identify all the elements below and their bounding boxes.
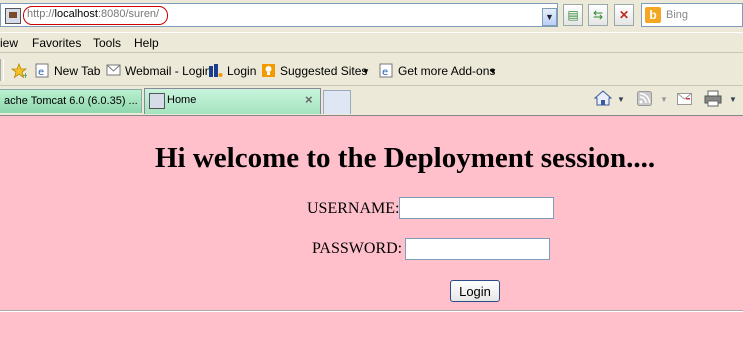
- mail-icon[interactable]: [677, 92, 692, 110]
- home-icon[interactable]: [593, 89, 613, 112]
- tab-bar: ache Tomcat 6.0 (6.0.35) ... Home × ▼ ▼ …: [0, 86, 743, 116]
- chevron-down-icon[interactable]: ▼: [362, 67, 370, 76]
- bookmark-login[interactable]: Login: [227, 64, 256, 78]
- address-bar-row: http://localhost:8080/suren/ ▼ ▤ ⇆ ✕ b B…: [0, 0, 743, 32]
- svg-text:e: e: [382, 67, 388, 78]
- menu-tools[interactable]: Tools: [93, 36, 121, 50]
- page-title: Hi welcome to the Deployment session....: [155, 142, 656, 174]
- new-tab-button[interactable]: [323, 90, 351, 114]
- address-dropdown-button[interactable]: ▼: [542, 8, 557, 26]
- web-slice-icon: [208, 63, 223, 77]
- horizontal-rule: [0, 310, 743, 312]
- favorites-star-icon[interactable]: +: [10, 62, 29, 80]
- bookmark-new-tab[interactable]: New Tab: [54, 64, 100, 78]
- ie-page-icon: e: [35, 63, 49, 78]
- menu-bar: iew Favorites Tools Help: [0, 32, 743, 53]
- page-content: Hi welcome to the Deployment session....…: [0, 116, 743, 339]
- stop-icon[interactable]: ✕: [614, 4, 634, 26]
- toolbar-grip: [0, 59, 4, 81]
- close-icon[interactable]: ×: [305, 92, 313, 107]
- bookmark-suggested-sites[interactable]: Suggested Sites: [280, 64, 367, 78]
- chevron-down-icon[interactable]: ▼: [617, 95, 625, 104]
- refresh-icon[interactable]: ⇆: [588, 4, 608, 26]
- bookmark-webmail-login[interactable]: Webmail - Login: [125, 64, 211, 78]
- tab-home[interactable]: Home ×: [144, 88, 321, 114]
- page-icon: [5, 8, 21, 24]
- password-label: PASSWORD:: [312, 240, 403, 257]
- menu-view[interactable]: iew: [0, 36, 18, 50]
- svg-text:e: e: [38, 67, 44, 78]
- menu-help[interactable]: Help: [134, 36, 159, 50]
- print-icon[interactable]: [704, 90, 722, 112]
- mail-icon: [106, 63, 121, 77]
- suggested-sites-icon: [261, 63, 275, 77]
- search-box[interactable]: b Bing: [641, 3, 743, 27]
- login-button[interactable]: Login: [450, 280, 500, 302]
- password-input[interactable]: [405, 238, 550, 260]
- bookmark-get-more-addons[interactable]: Get more Add-ons: [398, 64, 495, 78]
- chevron-down-icon[interactable]: ▼: [489, 67, 497, 76]
- url-highlight-annotation: [23, 6, 168, 25]
- address-bar[interactable]: http://localhost:8080/suren/ ▼: [0, 3, 558, 27]
- search-input[interactable]: Bing: [666, 9, 688, 21]
- page-icon: [149, 93, 165, 109]
- chevron-down-icon[interactable]: ▼: [729, 95, 737, 104]
- ie-page-icon: e: [379, 63, 393, 78]
- favorites-bar: + e New Tab Webmail - Login Login Sugges…: [0, 53, 743, 86]
- chevron-down-icon[interactable]: ▼: [660, 95, 668, 104]
- svg-text:+: +: [22, 71, 27, 79]
- tab-tomcat[interactable]: ache Tomcat 6.0 (6.0.35) ...: [0, 89, 142, 113]
- menu-favorites[interactable]: Favorites: [32, 36, 81, 50]
- username-input[interactable]: [399, 197, 554, 219]
- bing-icon[interactable]: b: [645, 7, 661, 23]
- username-label: USERNAME:: [307, 200, 400, 217]
- feeds-icon[interactable]: [637, 91, 652, 111]
- tab-label: Home: [167, 94, 197, 106]
- tab-label: ache Tomcat 6.0 (6.0.35) ...: [4, 95, 138, 107]
- compatibility-view-icon[interactable]: ▤: [563, 4, 583, 26]
